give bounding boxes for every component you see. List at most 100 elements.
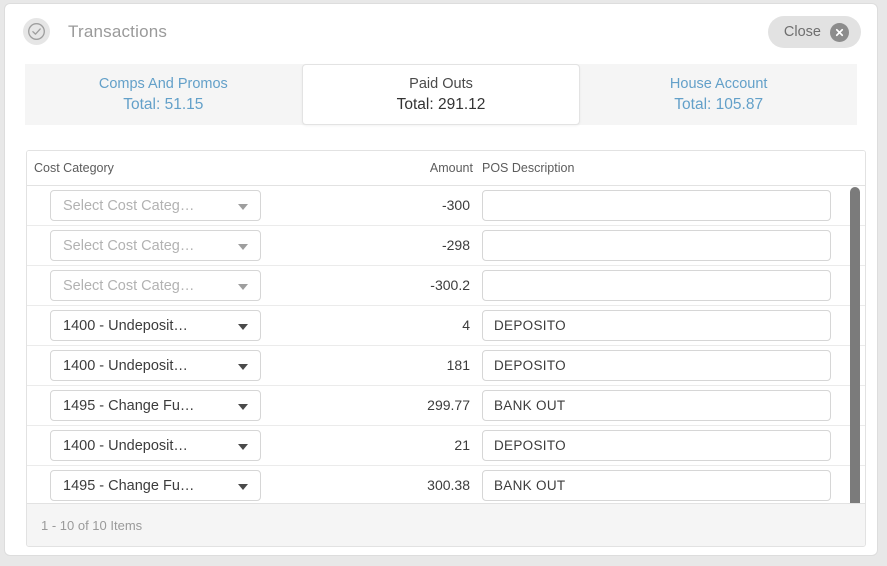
pos-description-value: DEPOSITO [494, 318, 566, 333]
tab-total-label: Total: 291.12 [396, 95, 486, 113]
grid-footer: 1 - 10 of 10 Items [27, 503, 865, 546]
table-row: Select Cost Categ… -298 [27, 226, 865, 266]
table-row: Select Cost Categ… -300 [27, 186, 865, 226]
cost-category-select[interactable]: Select Cost Categ… [50, 270, 261, 301]
tab-paid-outs[interactable]: Paid Outs Total: 291.12 [301, 64, 581, 125]
table-row: Select Cost Categ… -300.2 [27, 266, 865, 306]
chevron-down-icon [238, 323, 248, 330]
cell-pos-description: BANK OUT [473, 470, 865, 501]
transaction-type-tabs: Comps And Promos Total: 51.15 Paid Outs … [25, 64, 857, 125]
chevron-down-icon [238, 363, 248, 370]
page-title: Transactions [68, 21, 168, 41]
transactions-dialog: Transactions Close Comps And Promos Tota… [4, 3, 878, 556]
column-header-pos-description: POS Description [482, 161, 575, 175]
pos-description-value: BANK OUT [494, 398, 566, 413]
cost-category-value: 1495 - Change Fu… [63, 397, 195, 414]
pos-description-input[interactable]: DEPOSITO [482, 430, 831, 461]
amount-value: 4 [462, 316, 470, 333]
dialog-header: Transactions Close [5, 4, 877, 59]
cell-cost-category: Select Cost Categ… [27, 270, 392, 301]
amount-value: -300.2 [430, 276, 470, 293]
chevron-down-icon [238, 483, 248, 490]
cost-category-select[interactable]: 1400 - Undeposit… [50, 430, 261, 461]
column-header-amount: Amount [429, 161, 473, 175]
cell-pos-description: DEPOSITO [473, 310, 865, 341]
tab-label: House Account [669, 75, 768, 92]
amount-value: -298 [441, 236, 470, 253]
cost-category-value: Select Cost Categ… [63, 237, 195, 254]
transactions-grid: Cost Category Amount POS Description Sel… [26, 150, 866, 547]
cell-pos-description [473, 230, 865, 261]
cell-pos-description [473, 190, 865, 221]
column-header-cost-category: Cost Category [34, 161, 114, 175]
pos-description-input[interactable] [482, 230, 831, 261]
table-row: 1400 - Undeposit… 21 DEPOSITO [27, 426, 865, 466]
check-circle-icon [23, 18, 50, 45]
amount-value: 300.38 [427, 476, 470, 493]
chevron-down-icon [238, 443, 248, 450]
cost-category-value: 1400 - Undeposit… [63, 317, 188, 334]
cost-category-select[interactable]: 1495 - Change Fu… [50, 390, 261, 421]
chevron-down-icon [238, 283, 248, 290]
cell-pos-description [473, 270, 865, 301]
table-row: 1495 - Change Fu… 300.38 BANK OUT [27, 466, 865, 503]
cell-amount: -298 [392, 237, 473, 255]
chevron-down-icon [238, 243, 248, 250]
cell-amount: -300 [392, 197, 473, 215]
cell-cost-category: 1400 - Undeposit… [27, 350, 392, 381]
cost-category-select[interactable]: 1400 - Undeposit… [50, 350, 261, 381]
pos-description-value: DEPOSITO [494, 358, 566, 373]
tab-total-label: Total: 105.87 [674, 95, 764, 113]
cell-cost-category: 1400 - Undeposit… [27, 310, 392, 341]
pos-description-input[interactable] [482, 270, 831, 301]
pos-description-input[interactable]: DEPOSITO [482, 310, 831, 341]
cell-pos-description: BANK OUT [473, 390, 865, 421]
grid-scrollbar-thumb[interactable] [850, 187, 860, 509]
cell-amount: -300.2 [392, 277, 473, 295]
close-button-label: Close [783, 24, 821, 40]
cost-category-select[interactable]: Select Cost Categ… [50, 190, 261, 221]
tab-house-account[interactable]: House Account Total: 105.87 [580, 64, 857, 125]
grid-body: Select Cost Categ… -300 Select Cost Cate… [27, 186, 865, 503]
pos-description-value: DEPOSITO [494, 438, 566, 453]
pager-summary: 1 - 10 of 10 Items [41, 517, 143, 533]
amount-value: 21 [454, 436, 470, 453]
cell-amount: 299.77 [392, 397, 473, 415]
tab-total-label: Total: 51.15 [123, 95, 204, 113]
pos-description-input[interactable]: BANK OUT [482, 390, 831, 421]
pos-description-input[interactable]: DEPOSITO [482, 350, 831, 381]
cell-amount: 4 [392, 317, 473, 335]
cost-category-value: 1495 - Change Fu… [63, 477, 195, 494]
pos-description-input[interactable] [482, 190, 831, 221]
pos-description-value: BANK OUT [494, 478, 566, 493]
tab-label: Comps And Promos [98, 75, 228, 92]
cell-cost-category: 1400 - Undeposit… [27, 430, 392, 461]
tab-comps-and-promos[interactable]: Comps And Promos Total: 51.15 [25, 64, 302, 125]
cost-category-select[interactable]: 1400 - Undeposit… [50, 310, 261, 341]
table-row: 1400 - Undeposit… 4 DEPOSITO [27, 306, 865, 346]
chevron-down-icon [238, 403, 248, 410]
cost-category-select[interactable]: 1495 - Change Fu… [50, 470, 261, 501]
cell-amount: 300.38 [392, 477, 473, 495]
cost-category-value: Select Cost Categ… [63, 277, 195, 294]
chevron-down-icon [238, 203, 248, 210]
cell-cost-category: Select Cost Categ… [27, 190, 392, 221]
cost-category-value: Select Cost Categ… [63, 197, 195, 214]
cell-cost-category: Select Cost Categ… [27, 230, 392, 261]
table-row: 1495 - Change Fu… 299.77 BANK OUT [27, 386, 865, 426]
tab-label: Paid Outs [409, 75, 473, 92]
grid-scrollbar[interactable] [848, 187, 862, 509]
cell-amount: 21 [392, 437, 473, 455]
cost-category-select[interactable]: Select Cost Categ… [50, 230, 261, 261]
table-row: 1400 - Undeposit… 181 DEPOSITO [27, 346, 865, 386]
amount-value: 299.77 [427, 396, 470, 413]
amount-value: 181 [446, 356, 470, 373]
cell-cost-category: 1495 - Change Fu… [27, 390, 392, 421]
cost-category-value: 1400 - Undeposit… [63, 357, 188, 374]
pos-description-input[interactable]: BANK OUT [482, 470, 831, 501]
cell-cost-category: 1495 - Change Fu… [27, 470, 392, 501]
grid-header-row: Cost Category Amount POS Description [27, 151, 865, 186]
close-circle-icon [830, 22, 849, 42]
cell-pos-description: DEPOSITO [473, 350, 865, 381]
close-button[interactable]: Close [767, 16, 861, 48]
